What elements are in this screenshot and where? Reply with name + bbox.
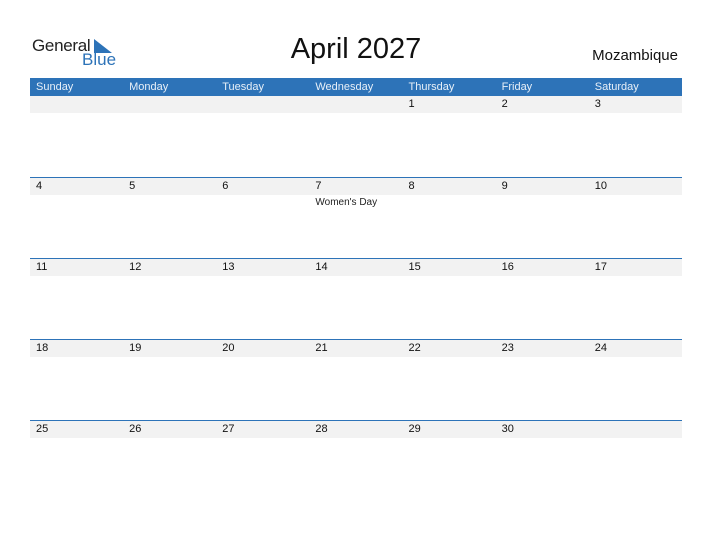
date-band: 11 12 13 14 15 16 17 xyxy=(30,259,682,276)
holiday-event xyxy=(30,276,123,277)
weekday-header: Sunday Monday Tuesday Wednesday Thursday… xyxy=(30,78,682,96)
day-number xyxy=(589,421,682,438)
holiday-event xyxy=(216,113,309,114)
day-number xyxy=(30,96,123,113)
holiday-event xyxy=(496,438,589,439)
day-number xyxy=(309,96,402,113)
day-number: 16 xyxy=(501,261,514,273)
date-band: 18 19 20 21 22 23 24 xyxy=(30,340,682,357)
holiday-event xyxy=(309,113,402,114)
holiday-event xyxy=(496,357,589,358)
events-row xyxy=(30,113,682,114)
day-number: 20 xyxy=(222,342,235,354)
weekday-friday: Friday xyxy=(501,81,533,93)
holiday-event xyxy=(216,195,309,210)
day-number: 13 xyxy=(222,261,235,273)
day-number: 27 xyxy=(222,423,235,435)
holiday-event xyxy=(216,357,309,358)
holiday-event xyxy=(30,195,123,210)
day-number: 14 xyxy=(315,261,328,273)
holiday-event: Women's Day xyxy=(315,197,378,208)
date-band: 4 5 6 7 8 9 10 xyxy=(30,178,682,195)
day-number: 1 xyxy=(408,98,415,110)
day-number: 10 xyxy=(594,180,607,192)
calendar-grid: Sunday Monday Tuesday Wednesday Thursday… xyxy=(30,78,682,501)
day-number: 5 xyxy=(129,180,136,192)
holiday-event xyxy=(589,195,682,210)
holiday-event xyxy=(589,438,682,439)
day-number: 4 xyxy=(36,180,43,192)
holiday-event xyxy=(496,276,589,277)
weekday-sunday: Sunday xyxy=(36,81,74,93)
day-number: 2 xyxy=(501,98,508,110)
holiday-event xyxy=(403,195,496,210)
holiday-event xyxy=(216,438,309,439)
day-number: 11 xyxy=(36,261,48,273)
weekday-monday: Monday xyxy=(129,81,169,93)
day-number: 25 xyxy=(36,423,49,435)
weekday-tuesday: Tuesday xyxy=(222,81,265,93)
day-number: 8 xyxy=(408,180,415,192)
week-row: 1 2 3 xyxy=(30,96,682,177)
holiday-event xyxy=(30,438,123,439)
day-number: 28 xyxy=(315,423,328,435)
day-number: 22 xyxy=(408,342,421,354)
holiday-event xyxy=(30,357,123,358)
holiday-event xyxy=(309,438,402,439)
day-number: 18 xyxy=(36,342,49,354)
holiday-event xyxy=(403,113,496,114)
week-row: 4 5 6 7 8 9 10 Women's Day xyxy=(30,177,682,258)
holiday-event xyxy=(589,113,682,114)
weekday-saturday: Saturday xyxy=(594,81,639,93)
day-number: 24 xyxy=(594,342,607,354)
day-number: 23 xyxy=(501,342,514,354)
holiday-event xyxy=(123,113,216,114)
day-number: 7 xyxy=(315,180,322,192)
events-row xyxy=(30,438,682,439)
holiday-event xyxy=(496,113,589,114)
holiday-event xyxy=(216,276,309,277)
day-number: 17 xyxy=(594,261,607,273)
holiday-event xyxy=(403,357,496,358)
weekday-thursday: Thursday xyxy=(408,81,455,93)
holiday-event xyxy=(123,357,216,358)
day-number: 6 xyxy=(222,180,229,192)
date-band: 1 2 3 xyxy=(30,96,682,113)
weekday-wednesday: Wednesday xyxy=(315,81,374,93)
date-band: 25 26 27 28 29 30 xyxy=(30,421,682,438)
country-label: Mozambique xyxy=(592,47,678,64)
day-number xyxy=(123,96,216,113)
day-number: 12 xyxy=(129,261,142,273)
week-row: 25 26 27 28 29 30 xyxy=(30,420,682,501)
day-number: 9 xyxy=(501,180,508,192)
day-number: 26 xyxy=(129,423,142,435)
holiday-event xyxy=(309,276,402,277)
week-row: 11 12 13 14 15 16 17 xyxy=(30,258,682,339)
day-number: 29 xyxy=(408,423,421,435)
holiday-event xyxy=(496,195,589,210)
week-row: 18 19 20 21 22 23 24 xyxy=(30,339,682,420)
day-number: 21 xyxy=(315,342,328,354)
day-number: 15 xyxy=(408,261,421,273)
holiday-event xyxy=(589,276,682,277)
events-row xyxy=(30,276,682,277)
holiday-event xyxy=(309,357,402,358)
events-row: Women's Day xyxy=(30,195,682,210)
holiday-event xyxy=(123,438,216,439)
events-row xyxy=(30,357,682,358)
holiday-event xyxy=(403,438,496,439)
holiday-event xyxy=(403,276,496,277)
day-number: 30 xyxy=(501,423,514,435)
day-number: 3 xyxy=(594,98,601,110)
holiday-event xyxy=(30,113,123,114)
holiday-event xyxy=(123,195,216,210)
holiday-event xyxy=(589,357,682,358)
holiday-event xyxy=(123,276,216,277)
day-number: 19 xyxy=(129,342,142,354)
day-number xyxy=(216,96,309,113)
